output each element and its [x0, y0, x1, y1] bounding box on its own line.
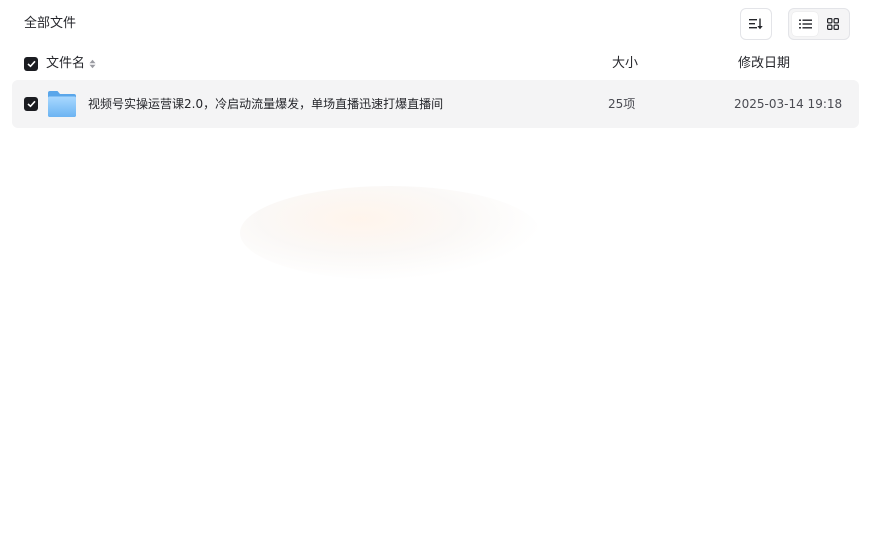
file-date: 2025-03-14 19:18: [734, 97, 843, 111]
column-header-size: 大小: [612, 56, 639, 71]
grid-view-icon: [827, 18, 839, 30]
column-header-date: 修改日期: [738, 56, 791, 71]
file-size: 25项: [608, 97, 636, 111]
select-all-checkbox[interactable]: [24, 57, 38, 71]
folder-icon: [48, 91, 76, 117]
view-toggle: [788, 8, 850, 40]
sort-button[interactable]: [740, 8, 772, 40]
toolbar: 全部文件: [0, 0, 874, 48]
file-name[interactable]: 视频号实操运营课2.0，冷启动流量爆发，单场直播迅速打爆直播间: [88, 95, 443, 113]
sort-caret-icon: [89, 59, 96, 69]
sort-icon: [749, 18, 763, 30]
table-row[interactable]: 视频号实操运营课2.0，冷启动流量爆发，单场直播迅速打爆直播间 25项 2025…: [12, 80, 859, 128]
list-view-icon: [798, 19, 812, 29]
check-icon: [26, 60, 36, 68]
list-view-button[interactable]: [792, 12, 818, 36]
table-header: 文件名 大小 修改日期: [0, 48, 874, 80]
check-icon: [26, 100, 36, 108]
grid-view-button[interactable]: [820, 12, 846, 36]
column-header-name-label: 文件名: [46, 56, 86, 71]
file-browser: 全部文件 文件名 大小 修改日期 视频号实操运营课2.0，冷启动流量爆发，单场直…: [0, 0, 874, 538]
page-title: 全部文件: [24, 16, 77, 31]
row-checkbox[interactable]: [24, 97, 38, 111]
column-header-name[interactable]: 文件名: [46, 55, 96, 73]
background-glow: [240, 186, 540, 280]
